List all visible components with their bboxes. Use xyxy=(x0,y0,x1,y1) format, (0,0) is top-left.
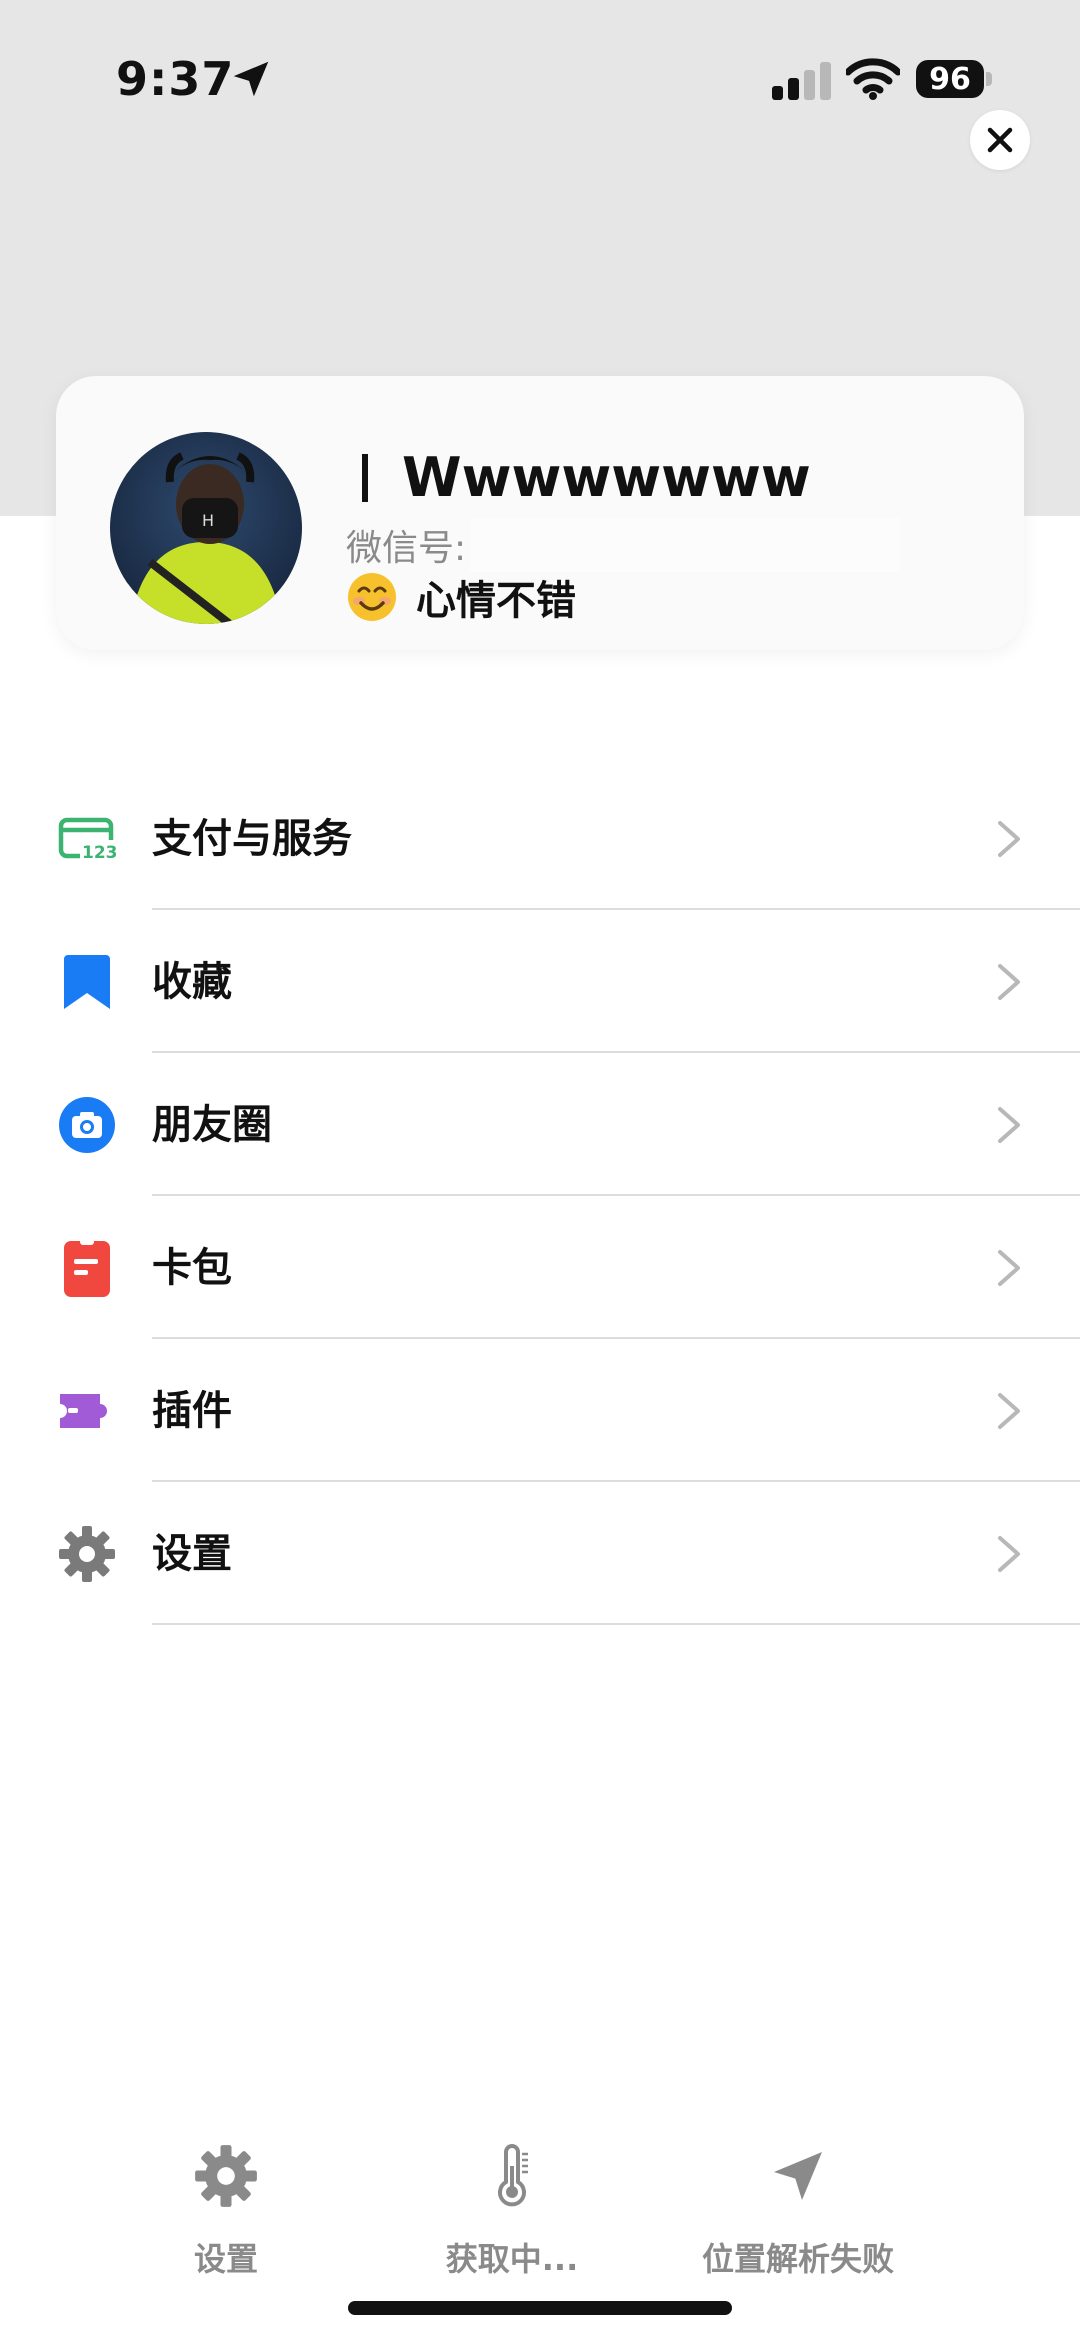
chevron-right-icon xyxy=(998,1250,1020,1286)
menu-item-label: 朋友圈 xyxy=(152,1102,272,1148)
name-cursor xyxy=(362,453,368,502)
status-row[interactable]: 心情不错 xyxy=(346,568,576,626)
thermometer-icon xyxy=(498,2144,528,2207)
bookmark-icon xyxy=(64,955,110,1009)
puzzle-icon xyxy=(60,1394,107,1428)
dock-label: 位置解析失败 xyxy=(701,2240,894,2278)
menu-item-plugins[interactable]: 插件 xyxy=(0,1339,1080,1482)
dock-location[interactable]: 位置解析失败 xyxy=(668,2144,928,2280)
menu-item-moments[interactable]: 朋友圈 xyxy=(0,1053,1080,1196)
chevron-right-icon xyxy=(998,821,1020,857)
menu-list: 123 支付与服务 收藏 朋友圈 卡包 插件 设置 xyxy=(0,767,1080,1625)
battery-cap xyxy=(986,72,992,86)
gear-icon xyxy=(59,1526,115,1582)
menu-item-label: 支付与服务 xyxy=(152,816,352,862)
menu-item-card-wallet[interactable]: 卡包 xyxy=(0,1196,1080,1339)
dock-settings[interactable]: 设置 xyxy=(96,2144,356,2280)
svg-text:123: 123 xyxy=(82,843,116,863)
camera-icon xyxy=(59,1097,115,1153)
smiling-face-icon xyxy=(348,573,396,621)
dock-label: 获取中... xyxy=(445,2240,579,2278)
avatar-image: H xyxy=(110,432,302,624)
home-indicator[interactable] xyxy=(348,2301,732,2315)
wifi-icon xyxy=(846,58,900,100)
status-text: 心情不错 xyxy=(416,578,576,624)
menu-item-label: 收藏 xyxy=(152,959,232,1005)
svg-text:H: H xyxy=(202,511,214,530)
chevron-right-icon xyxy=(998,1393,1020,1429)
menu-item-settings[interactable]: 设置 xyxy=(0,1482,1080,1625)
close-button[interactable] xyxy=(970,110,1030,170)
gear-icon xyxy=(195,2145,257,2207)
status-time: 9:37 xyxy=(116,52,235,106)
menu-item-payment[interactable]: 123 支付与服务 xyxy=(0,767,1080,910)
menu-item-label: 设置 xyxy=(152,1531,232,1577)
payment-card-icon: 123 xyxy=(58,817,116,863)
menu-item-label: 卡包 xyxy=(152,1245,232,1291)
name-row: Wwwwwwww xyxy=(362,446,811,509)
wechat-id-label: 微信号: xyxy=(346,528,467,569)
card-wallet-icon xyxy=(64,1239,110,1297)
battery-indicator: 96 xyxy=(916,60,984,98)
dock-weather[interactable]: 获取中... xyxy=(382,2144,642,2280)
profile-name[interactable]: Wwwwwwww xyxy=(402,446,811,509)
location-arrow-icon xyxy=(233,61,269,97)
battery-level: 96 xyxy=(929,61,971,97)
location-arrow-icon xyxy=(774,2152,822,2200)
avatar[interactable]: H xyxy=(110,432,302,624)
wechat-id-value-redacted xyxy=(470,518,901,572)
close-icon xyxy=(987,127,1013,153)
divider xyxy=(152,1623,1080,1625)
wechat-id[interactable]: 微信号: xyxy=(346,518,901,572)
chevron-right-icon xyxy=(998,964,1020,1000)
menu-item-label: 插件 xyxy=(152,1388,232,1434)
chevron-right-icon xyxy=(998,1536,1020,1572)
chevron-right-icon xyxy=(998,1107,1020,1143)
profile-card[interactable]: H Wwwwwwww 微信号: 心情不错 xyxy=(56,376,1024,650)
dock-label: 设置 xyxy=(193,2240,258,2278)
menu-item-favorites[interactable]: 收藏 xyxy=(0,910,1080,1053)
cellular-signal-icon xyxy=(772,62,831,100)
